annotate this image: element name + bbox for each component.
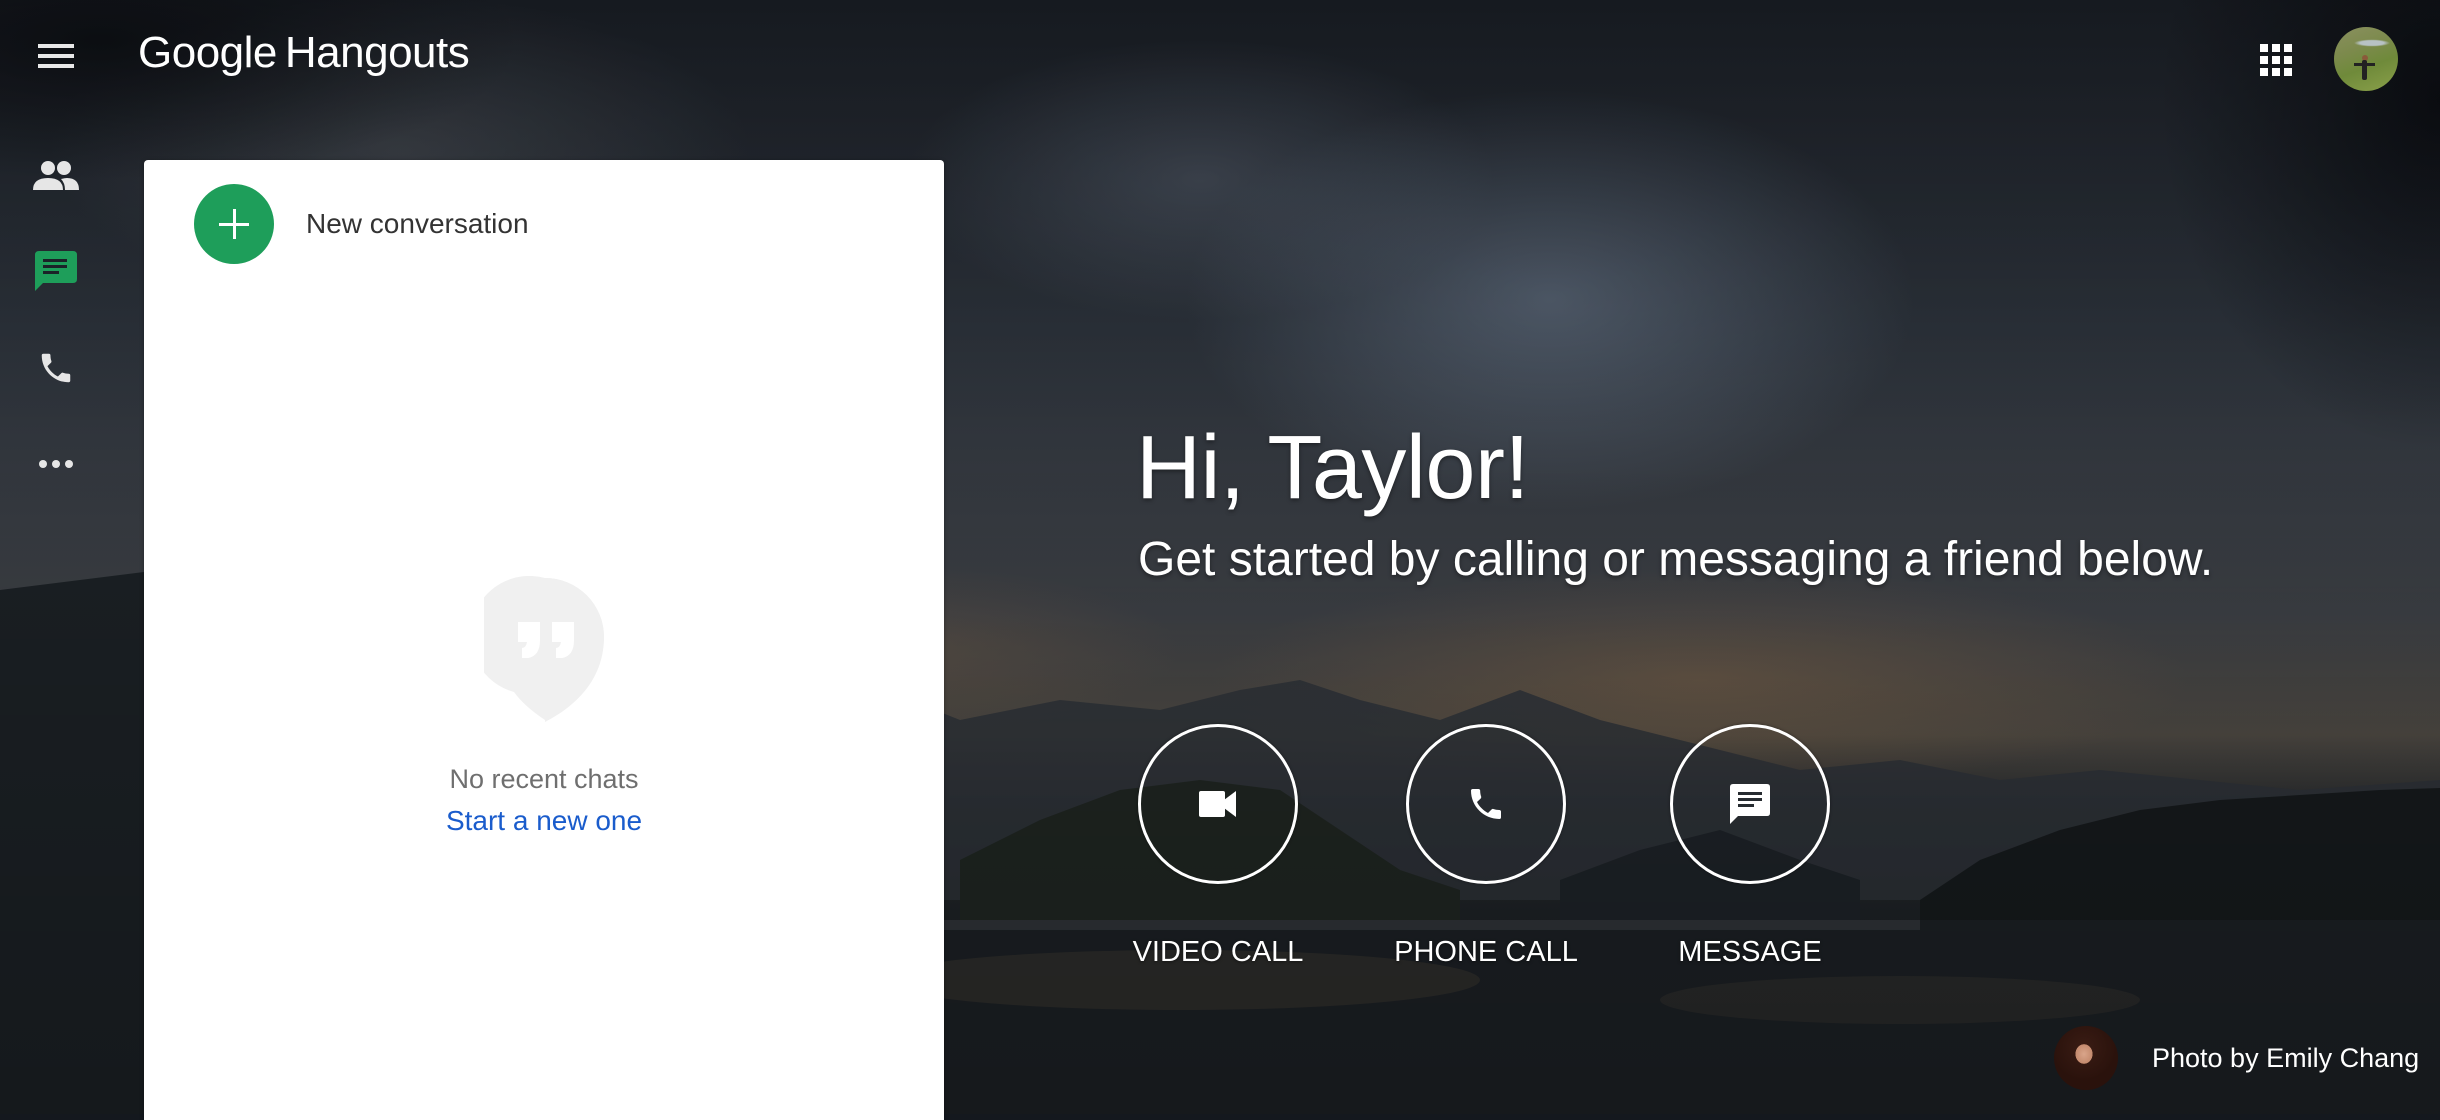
phone-call-label: PHONE CALL: [1394, 936, 1578, 968]
video-call-label: VIDEO CALL: [1132, 936, 1304, 968]
empty-state: No recent chats Start a new one: [144, 576, 944, 837]
main-menu-button[interactable]: [30, 34, 82, 78]
hangouts-quote-icon: [484, 576, 604, 722]
message-button[interactable]: MESSAGE: [1630, 724, 1870, 969]
message-icon: [1730, 784, 1770, 824]
hamburger-menu-icon: [38, 44, 74, 48]
logo-hangouts: Hangouts: [284, 28, 470, 77]
nav-more[interactable]: [26, 436, 86, 492]
videocam-icon: [1199, 791, 1236, 817]
nav-conversations[interactable]: [26, 244, 86, 300]
welcome-section: Hi, Taylor! Get started by calling or me…: [1136, 418, 2213, 588]
photo-credit-text: Photo by Emily Chang: [2152, 1042, 2420, 1073]
phone-icon: [41, 353, 71, 383]
nav-contacts[interactable]: [26, 148, 86, 204]
photographer-avatar: [2054, 1026, 2118, 1090]
start-new-chat-link[interactable]: Start a new one: [144, 805, 944, 837]
new-conversation-button[interactable]: New conversation: [194, 184, 529, 264]
video-call-button[interactable]: VIDEO CALL: [1098, 724, 1338, 969]
greeting-heading: Hi, Taylor!: [1136, 418, 1529, 518]
phone-call-button[interactable]: PHONE CALL: [1366, 724, 1606, 969]
no-recent-chats-text: No recent chats: [449, 764, 639, 794]
new-conversation-label: New conversation: [306, 208, 529, 239]
conversations-panel: New conversation No recent chats Start a…: [144, 160, 944, 1120]
message-label: MESSAGE: [1678, 936, 1822, 968]
nav-phone-calls[interactable]: [26, 340, 86, 396]
app-logo: Google Hangouts: [138, 28, 470, 78]
greeting-subtitle: Get started by calling or messaging a fr…: [1138, 533, 2214, 586]
more-horizontal-icon: [39, 460, 73, 468]
logo-google: Google: [138, 28, 277, 77]
photo-credit[interactable]: Photo by Emily Chang: [2054, 1026, 2419, 1090]
chat-icon: [35, 251, 77, 291]
people-icon: [33, 161, 79, 190]
account-avatar[interactable]: [2334, 27, 2398, 91]
google-apps-button[interactable]: [2256, 40, 2296, 80]
phone-icon: [1471, 789, 1501, 819]
add-icon: [194, 184, 274, 264]
